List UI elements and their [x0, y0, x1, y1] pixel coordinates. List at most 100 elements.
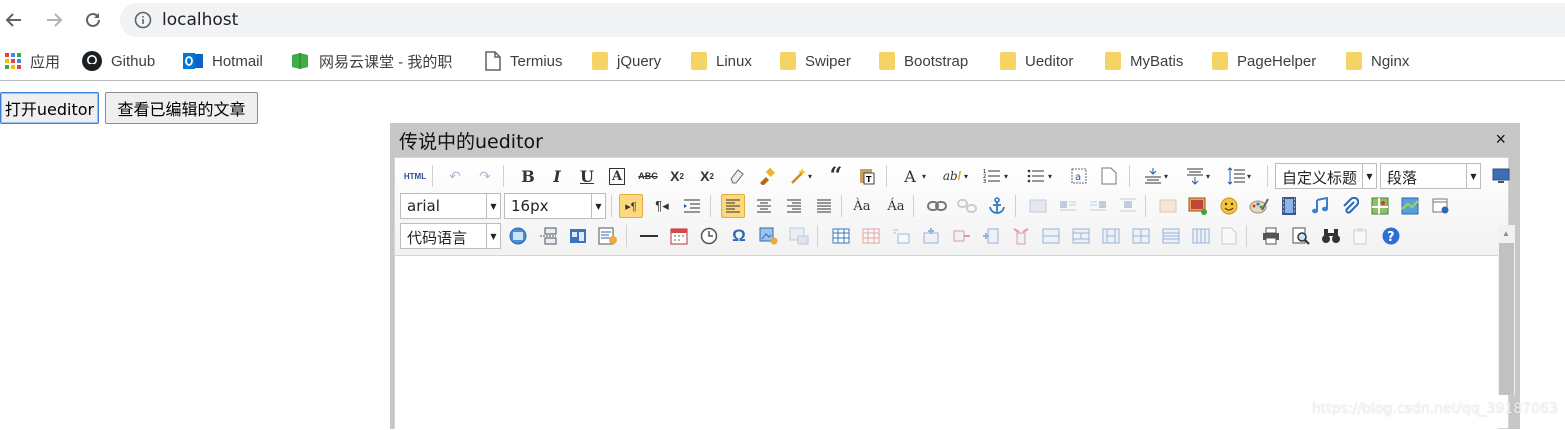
image-none-icon[interactable]	[1026, 194, 1050, 218]
delete-table-icon[interactable]	[859, 224, 883, 248]
format-brush-icon[interactable]	[755, 164, 779, 188]
lowercase-icon[interactable]: Áa	[884, 194, 908, 218]
align-right-icon[interactable]	[782, 194, 806, 218]
align-justify-icon[interactable]	[812, 194, 836, 218]
map-icon[interactable]	[1368, 194, 1392, 218]
open-ueditor-button[interactable]: 打开ueditor	[0, 92, 99, 124]
chart-icon[interactable]	[1217, 224, 1241, 248]
google-map-icon[interactable]	[1398, 194, 1422, 218]
align-left-icon[interactable]	[721, 194, 745, 218]
scroll-up-icon[interactable]: ▲	[1502, 229, 1510, 238]
font-size-select[interactable]: 16px ▼	[504, 193, 606, 219]
chevron-down-icon[interactable]: ▾	[805, 164, 815, 188]
bookmark-jquery[interactable]: jQuery	[592, 50, 661, 72]
chevron-down-icon[interactable]: ▾	[1203, 164, 1213, 188]
select-all-icon[interactable]: a	[1067, 164, 1091, 188]
insert-code-icon[interactable]	[596, 224, 620, 248]
font-family-select[interactable]: arial ▼	[400, 193, 501, 219]
bookmark-mybatis[interactable]: MyBatis	[1105, 50, 1183, 72]
scrollbar-thumb[interactable]	[1499, 243, 1514, 395]
emotion-icon[interactable]	[1217, 194, 1241, 218]
chevron-down-icon[interactable]: ▾	[1045, 164, 1055, 188]
bookmark-netease[interactable]: 网易云课堂 - 我的职	[290, 50, 452, 72]
split-to-cells-icon[interactable]	[1129, 224, 1153, 248]
insert-table-icon[interactable]	[829, 224, 853, 248]
horizontal-rule-icon[interactable]	[637, 224, 661, 248]
chevron-down-icon[interactable]: ▾	[1161, 164, 1171, 188]
clear-document-icon[interactable]	[1097, 164, 1121, 188]
back-button[interactable]	[2, 8, 26, 32]
insert-image-icon[interactable]	[1186, 194, 1210, 218]
music-icon[interactable]	[1308, 194, 1332, 218]
image-center-icon[interactable]	[1116, 194, 1140, 218]
bookmark-github[interactable]: Github	[82, 50, 155, 72]
scrawl-icon[interactable]	[1247, 194, 1271, 218]
attachment-icon[interactable]	[1338, 194, 1362, 218]
underline-icon[interactable]: U	[575, 164, 599, 188]
snapscreen-icon[interactable]	[787, 224, 811, 248]
insert-frame-icon[interactable]	[1429, 194, 1453, 218]
image-left-icon[interactable]	[1056, 194, 1080, 218]
template-icon[interactable]	[536, 224, 560, 248]
ltr-direction-icon[interactable]: ▸¶	[619, 194, 643, 218]
bookmark-bootstrap[interactable]: Bootstrap	[879, 50, 968, 72]
time-icon[interactable]	[697, 224, 721, 248]
drafts-icon[interactable]	[1349, 224, 1373, 248]
uppercase-icon[interactable]: Àa	[850, 194, 874, 218]
redo-icon[interactable]: ↷	[473, 164, 497, 188]
insert-video-icon[interactable]	[1277, 194, 1301, 218]
superscript-icon[interactable]: X2	[665, 164, 689, 188]
paste-plain-icon[interactable]: T	[855, 164, 879, 188]
bookmark-termius[interactable]: Termius	[485, 50, 563, 72]
insert-paragraph-before-table-icon[interactable]	[889, 224, 913, 248]
view-articles-button[interactable]: 查看已编辑的文章	[105, 92, 258, 124]
chevron-down-icon[interactable]: ▾	[961, 164, 971, 188]
bookmark-pagehelper[interactable]: PageHelper	[1212, 50, 1316, 72]
image-right-icon[interactable]	[1086, 194, 1110, 218]
close-icon[interactable]: ×	[1495, 129, 1506, 150]
editor-scrollbar[interactable]: ▲	[1498, 225, 1515, 395]
anchor-icon[interactable]	[985, 194, 1009, 218]
reload-button[interactable]	[81, 8, 105, 32]
link-icon[interactable]	[925, 194, 949, 218]
fullscreen-icon[interactable]	[1489, 164, 1513, 188]
help-icon[interactable]: ?	[1379, 224, 1403, 248]
delete-column-icon[interactable]	[1009, 224, 1033, 248]
print-icon[interactable]	[1259, 224, 1283, 248]
paragraph-select[interactable]: 段落 ▼	[1380, 163, 1481, 189]
align-center-icon[interactable]	[752, 194, 776, 218]
bookmark-nginx[interactable]: Nginx	[1346, 50, 1409, 72]
bookmark-swiper[interactable]: Swiper	[780, 50, 851, 72]
wordimage-icon[interactable]	[757, 224, 781, 248]
bookmark-ueditor[interactable]: Ueditor	[1000, 50, 1073, 72]
chevron-down-icon[interactable]: ▾	[919, 164, 929, 188]
custom-title-select[interactable]: 自定义标题 ▼	[1275, 163, 1377, 189]
simple-upload-icon[interactable]	[1156, 194, 1180, 218]
background-icon[interactable]	[566, 224, 590, 248]
html-source-button[interactable]: HTML	[401, 164, 429, 188]
strikethrough-icon[interactable]: ABC	[636, 164, 660, 188]
indent-icon[interactable]	[680, 194, 704, 218]
chevron-down-icon[interactable]: ▾	[1244, 164, 1254, 188]
page-break-icon[interactable]	[506, 224, 530, 248]
rtl-direction-icon[interactable]: ¶◂	[650, 194, 674, 218]
bookmark-hotmail[interactable]: Hotmail	[183, 50, 263, 72]
bookmark-linux[interactable]: Linux	[691, 50, 752, 72]
eraser-icon[interactable]	[725, 164, 749, 188]
delete-row-icon[interactable]	[949, 224, 973, 248]
insert-row-icon[interactable]	[919, 224, 943, 248]
unlink-icon[interactable]	[955, 194, 979, 218]
search-replace-icon[interactable]	[1319, 224, 1343, 248]
blockquote-icon[interactable]: “	[824, 163, 848, 189]
code-language-select[interactable]: 代码语言 ▼	[400, 223, 501, 249]
preview-icon[interactable]	[1289, 224, 1313, 248]
info-icon[interactable]	[134, 11, 152, 29]
split-to-cols-icon[interactable]	[1189, 224, 1213, 248]
date-icon[interactable]	[667, 224, 691, 248]
merge-right-icon[interactable]	[1069, 224, 1093, 248]
special-chars-icon[interactable]: Ω	[727, 224, 751, 248]
chevron-down-icon[interactable]: ▾	[1001, 164, 1011, 188]
bookmark-apps[interactable]: 应用	[5, 50, 60, 72]
address-bar[interactable]: localhost	[120, 3, 1565, 37]
italic-icon[interactable]: I	[545, 164, 569, 188]
